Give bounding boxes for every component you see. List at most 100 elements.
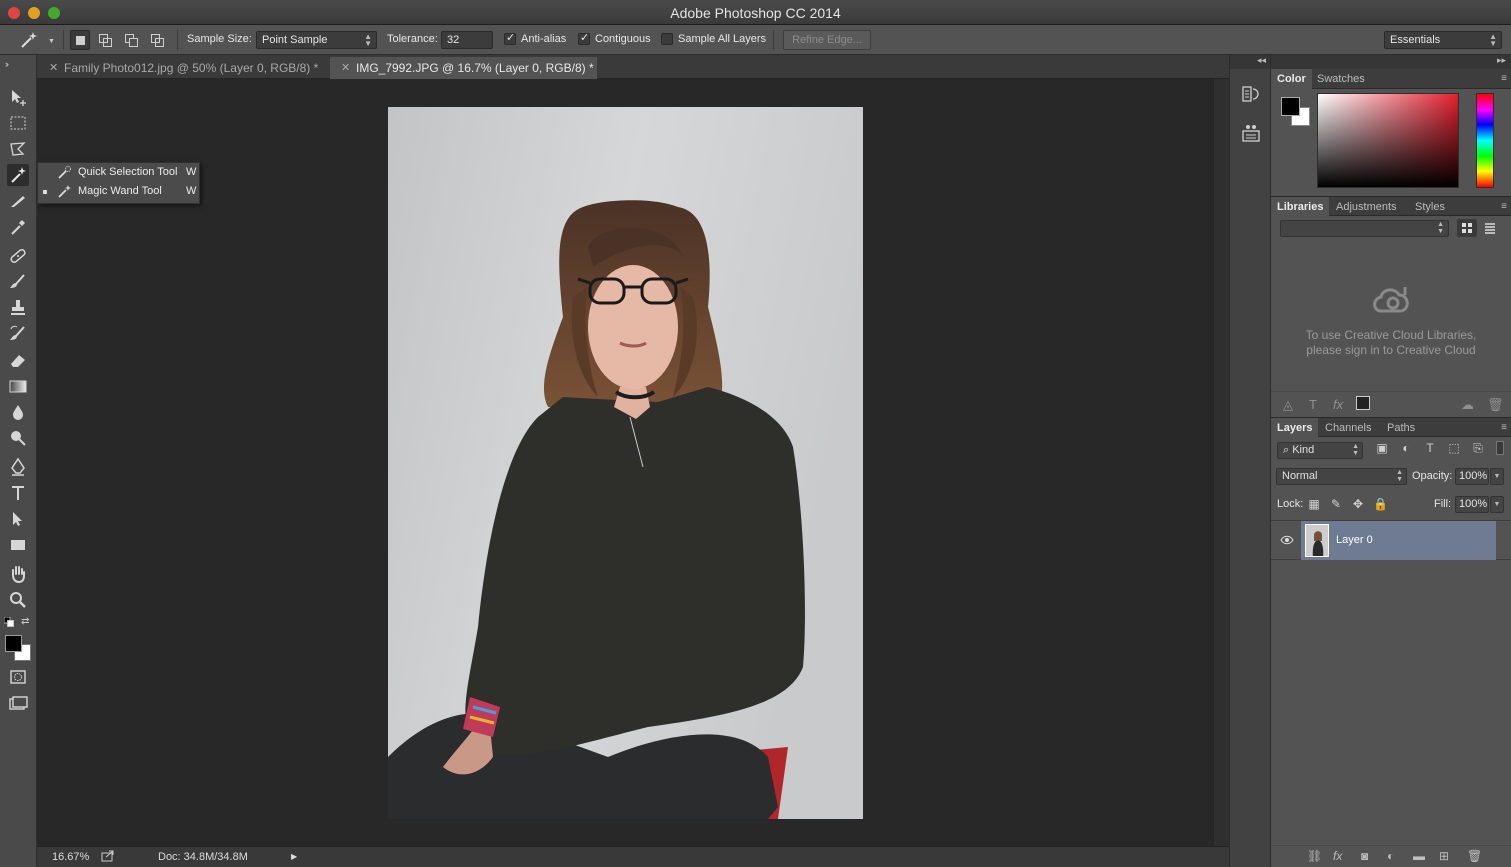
close-tab-icon[interactable]: ✕ [341, 61, 350, 74]
doc-tab-family-photo[interactable]: ✕ Family Photo012.jpg @ 50% (Layer 0, RG… [38, 57, 326, 79]
shape-layer-filter-icon[interactable]: ⬚ [1446, 441, 1462, 457]
add-layer-style-icon[interactable]: fx [1333, 397, 1343, 412]
tab-layers[interactable]: Layers [1271, 418, 1319, 438]
pen-tool[interactable] [7, 456, 29, 478]
eyedropper-tool[interactable] [7, 216, 29, 238]
opacity-dropdown-button[interactable]: ▼ [1490, 468, 1504, 485]
quick-selection-tool-item[interactable]: Quick Selection Tool W [38, 163, 199, 182]
opacity-input[interactable]: 100% [1455, 468, 1489, 485]
contiguous-checkbox[interactable] [578, 31, 590, 45]
history-brush-tool[interactable] [7, 323, 29, 345]
visibility-eye-icon[interactable] [1280, 534, 1294, 546]
smart-object-filter-icon[interactable]: ⎘ [1470, 441, 1486, 457]
add-to-selection-button[interactable] [95, 30, 115, 50]
add-layer-mask-icon[interactable]: ◙ [1361, 849, 1368, 863]
collapse-toolbar-icon[interactable]: ›› [5, 59, 9, 69]
lock-all-icon[interactable]: 🔒 [1373, 497, 1388, 511]
fill-dropdown-button[interactable]: ▼ [1490, 496, 1504, 513]
delete-layer-icon[interactable]: 🗑 [1467, 849, 1482, 863]
tab-adjustments[interactable]: Adjustments [1330, 197, 1403, 217]
adjustment-layer-filter-icon[interactable]: ◐ [1398, 441, 1414, 457]
workspace-select[interactable]: Essentials ▲ ▼ [1384, 31, 1502, 49]
panel-menu-icon[interactable]: ≡ [1501, 422, 1507, 433]
history-panel-button[interactable] [1240, 83, 1262, 105]
blend-mode-select[interactable]: Normal ▲ ▼ [1276, 468, 1407, 485]
blur-tool[interactable] [7, 401, 29, 423]
hue-slider[interactable] [1476, 93, 1494, 188]
add-graphic-icon[interactable]: ◬ [1283, 397, 1293, 413]
vertical-scrollbar[interactable] [1213, 79, 1229, 846]
default-colors-icon[interactable] [3, 616, 14, 627]
library-select[interactable]: ▲ ▼ [1280, 220, 1449, 237]
tool-preset-picker[interactable]: ▼ [18, 30, 55, 50]
trash-icon[interactable]: 🗑 [1487, 397, 1504, 413]
tab-color[interactable]: Color [1271, 69, 1312, 89]
zoom-tool[interactable] [7, 589, 29, 611]
dodge-tool[interactable] [7, 427, 29, 449]
cloud-sync-icon[interactable]: ☁ [1461, 397, 1474, 413]
zoom-level[interactable]: 16.67% [52, 851, 89, 863]
properties-panel-button[interactable] [1240, 122, 1262, 144]
magic-wand-tool[interactable] [7, 164, 29, 186]
gradient-tool[interactable] [7, 375, 29, 397]
tab-styles[interactable]: Styles [1409, 197, 1451, 217]
tab-swatches[interactable]: Swatches [1311, 69, 1371, 89]
layer-filter-select[interactable]: ⌕ Kind ▲ ▼ [1277, 442, 1363, 459]
sample-all-layers-checkbox[interactable] [661, 33, 673, 45]
collapse-dock-icon[interactable]: ◂◂ [1230, 55, 1271, 69]
add-character-style-icon[interactable]: T [1309, 397, 1317, 412]
tab-paths[interactable]: Paths [1381, 418, 1421, 438]
healing-brush-tool[interactable] [7, 245, 29, 267]
move-tool[interactable] [7, 86, 29, 108]
list-view-button[interactable] [1480, 219, 1500, 237]
rectangular-marquee-tool[interactable] [7, 112, 29, 134]
filter-toggle-switch[interactable] [1496, 441, 1504, 455]
new-layer-icon[interactable]: ⊞ [1439, 849, 1449, 863]
screen-mode-button[interactable] [7, 692, 29, 714]
crop-tool[interactable] [7, 190, 29, 212]
tab-libraries[interactable]: Libraries [1271, 197, 1330, 217]
refine-edge-button[interactable]: Refine Edge... [783, 30, 871, 50]
pixel-layer-filter-icon[interactable]: ▣ [1374, 441, 1390, 457]
rectangle-tool[interactable] [7, 534, 29, 556]
eraser-tool[interactable] [7, 349, 29, 371]
share-icon[interactable] [101, 850, 115, 862]
layer-row[interactable]: Layer 0 [1271, 520, 1511, 560]
type-tool[interactable] [7, 482, 29, 504]
brush-tool[interactable] [7, 271, 29, 293]
panel-menu-icon[interactable]: ≡ [1501, 73, 1507, 84]
fill-input[interactable]: 100% [1455, 496, 1489, 513]
quick-mask-button[interactable] [7, 666, 29, 688]
add-color-icon[interactable] [1356, 396, 1370, 410]
tab-channels[interactable]: Channels [1319, 418, 1377, 438]
status-menu-arrow-icon[interactable]: ▶ [291, 852, 297, 861]
panel-menu-icon[interactable]: ≡ [1501, 201, 1507, 212]
new-adjustment-layer-icon[interactable]: ◐ [1387, 849, 1394, 863]
swap-colors-icon[interactable]: ⇄ [21, 616, 33, 628]
new-selection-button[interactable] [70, 30, 90, 50]
new-group-icon[interactable]: ▬ [1413, 849, 1425, 863]
subtract-from-selection-button[interactable] [121, 30, 141, 50]
foreground-color-swatch[interactable] [5, 635, 22, 652]
lock-transparent-icon[interactable]: ▦ [1307, 497, 1321, 511]
lock-image-pixels-icon[interactable]: ✎ [1329, 497, 1343, 511]
color-spectrum-field[interactable] [1317, 93, 1459, 188]
intersect-selection-button[interactable] [147, 30, 167, 50]
path-selection-tool[interactable] [7, 508, 29, 530]
collapse-dock-icon[interactable]: ▸▸ [1271, 55, 1511, 69]
lock-position-icon[interactable]: ✥ [1351, 497, 1365, 511]
hand-tool[interactable] [7, 563, 29, 585]
close-tab-icon[interactable]: ✕ [49, 61, 58, 74]
grid-view-button[interactable] [1457, 219, 1477, 237]
document-canvas-image[interactable] [388, 107, 863, 819]
type-layer-filter-icon[interactable]: T [1422, 441, 1438, 457]
doc-tab-img-7992[interactable]: ✕ IMG_7992.JPG @ 16.7% (Layer 0, RGB/8) … [330, 57, 597, 79]
layer-name[interactable]: Layer 0 [1336, 534, 1373, 546]
link-layers-icon[interactable]: ⛓ [1307, 849, 1322, 863]
clone-stamp-tool[interactable] [7, 297, 29, 319]
lasso-tool[interactable] [7, 138, 29, 160]
color-panel-foreground-swatch[interactable] [1281, 97, 1300, 116]
magic-wand-tool-item[interactable]: Magic Wand Tool W [38, 182, 199, 201]
sample-size-select[interactable]: Point Sample ▲ ▼ [256, 31, 377, 49]
tolerance-input[interactable]: 32 [441, 31, 493, 49]
